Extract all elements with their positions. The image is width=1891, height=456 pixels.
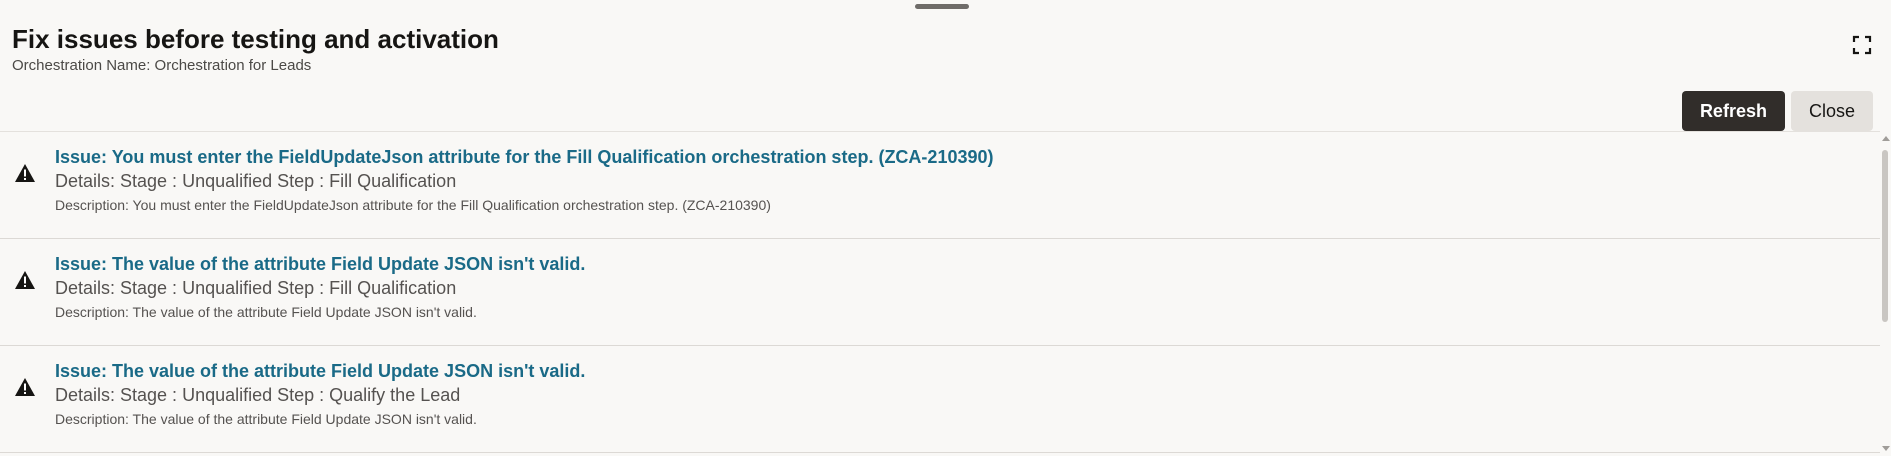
issue-list: Issue: You must enter the FieldUpdateJso… (0, 131, 1880, 456)
issue-details: Details: Stage : Unqualified Step : Fill… (55, 171, 457, 191)
scrollbar-thumb[interactable] (1882, 150, 1888, 322)
drag-handle[interactable] (915, 4, 969, 9)
issue-title-link[interactable]: Issue: The value of the attribute Field … (55, 253, 585, 275)
close-button[interactable]: Close (1790, 91, 1873, 131)
issue-description: Description: The value of the attribute … (55, 411, 477, 427)
warning-icon (14, 163, 36, 183)
warning-icon (14, 270, 36, 290)
scroll-up-arrow-icon[interactable] (1882, 136, 1890, 141)
dialog-toolbar: Refresh Close (1681, 91, 1873, 131)
orchestration-name-subtitle: Orchestration Name: Orchestration for Le… (12, 57, 312, 74)
issue-title-link[interactable]: Issue: The value of the attribute Field … (55, 360, 585, 382)
issue-item: Issue: You must enter the FieldUpdateJso… (0, 132, 1880, 239)
issue-title-link[interactable]: Issue: You must enter the FieldUpdateJso… (55, 146, 994, 168)
expand-icon[interactable] (1852, 35, 1872, 55)
dialog-header: Fix issues before testing and activation… (12, 22, 1891, 80)
page-title: Fix issues before testing and activation (12, 24, 499, 54)
issue-description: Description: The value of the attribute … (55, 304, 477, 320)
vertical-scrollbar[interactable] (1880, 136, 1891, 455)
issue-details: Details: Stage : Unqualified Step : Qual… (55, 385, 461, 405)
issue-item: Issue: The value of the attribute Field … (0, 239, 1880, 346)
refresh-button[interactable]: Refresh (1681, 91, 1785, 131)
issue-description: Description: You must enter the FieldUpd… (55, 197, 771, 213)
issue-details: Details: Stage : Unqualified Step : Fill… (55, 278, 457, 298)
warning-icon (14, 377, 36, 397)
issue-item: Issue: The value of the attribute Field … (0, 346, 1880, 453)
scroll-down-arrow-icon[interactable] (1882, 446, 1890, 451)
